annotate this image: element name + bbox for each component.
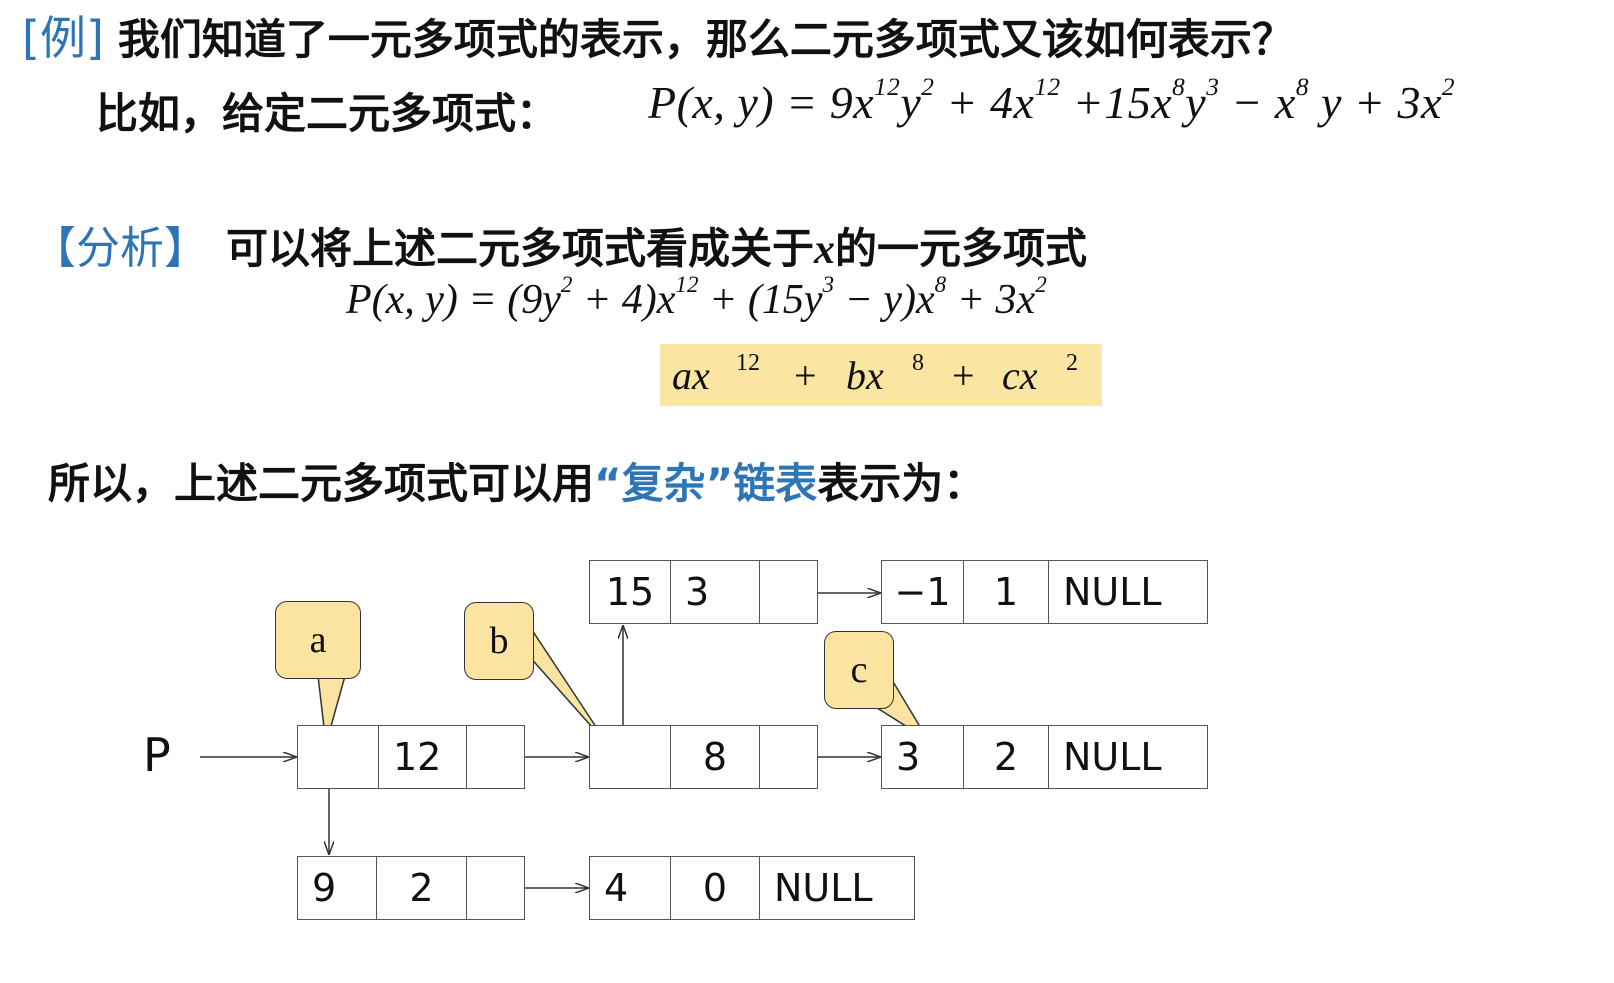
pointer-p-label: P: [143, 728, 171, 782]
node-neg1-exp: 1: [963, 560, 1049, 624]
node-neg1-null: NULL: [1048, 560, 1208, 624]
node-neg1-coef: −1: [881, 560, 964, 624]
node-c-null: NULL: [1048, 725, 1208, 789]
node-b-sublist: [589, 725, 671, 789]
bubble-b: b: [464, 602, 534, 680]
bubble-a: a: [275, 601, 361, 679]
node-b-link: [759, 725, 818, 789]
node-9-coef: 9: [297, 856, 377, 920]
node-a-exp: 12: [378, 725, 467, 789]
node-c-coef: 3: [881, 725, 964, 789]
node-a-sublist: [297, 725, 379, 789]
node-9-link: [466, 856, 525, 920]
node-top-coef: 15: [589, 560, 671, 624]
node-4-exp: 0: [670, 856, 760, 920]
node-a-link: [466, 725, 525, 789]
node-top-exp: 3: [670, 560, 760, 624]
node-4-coef: 4: [589, 856, 671, 920]
node-b-exp: 8: [670, 725, 760, 789]
node-top-link: [759, 560, 818, 624]
diagram-arrows: [200, 0, 929, 983]
node-4-null: NULL: [759, 856, 915, 920]
node-c-exp: 2: [963, 725, 1049, 789]
bubble-c: c: [824, 631, 894, 709]
node-9-exp: 2: [376, 856, 467, 920]
